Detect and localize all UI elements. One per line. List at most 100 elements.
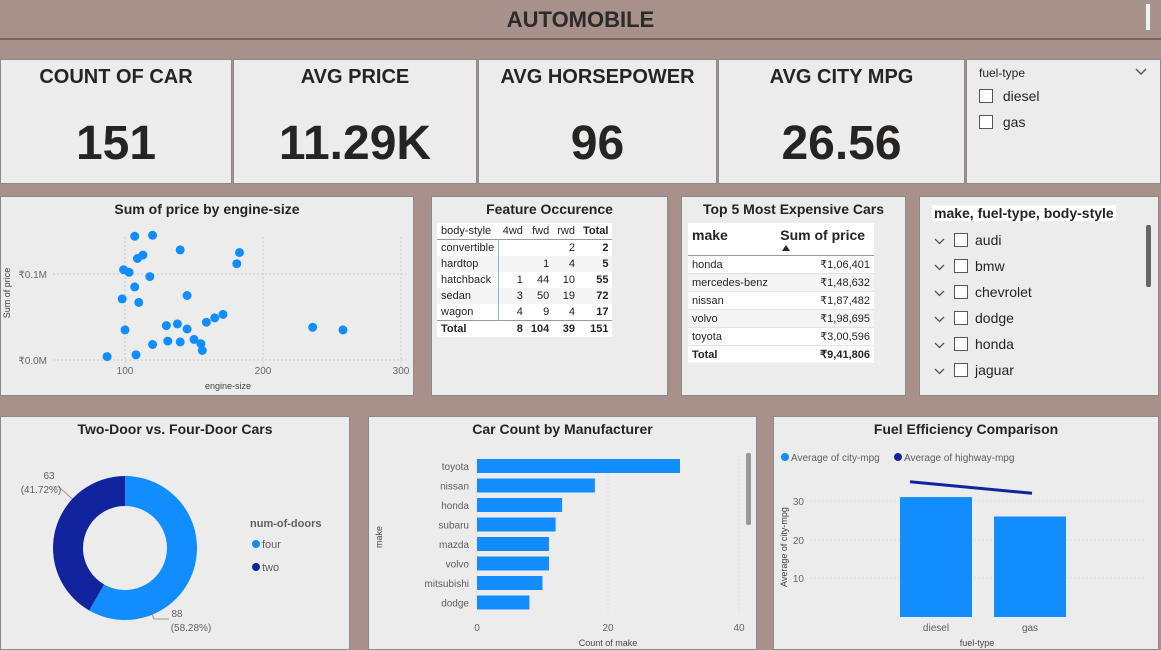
scatter-point[interactable]: [138, 250, 148, 260]
bar-toyota[interactable]: [477, 459, 680, 473]
bar-mazda[interactable]: [477, 537, 549, 551]
scatter-point[interactable]: [117, 294, 127, 304]
bar-mitsubishi[interactable]: [477, 576, 543, 590]
scatter-point[interactable]: [120, 325, 130, 335]
donut-label-count: 63: [43, 471, 55, 482]
scatter-point[interactable]: [163, 336, 173, 346]
chevron-down-icon[interactable]: [1135, 68, 1147, 76]
slicer-item-jaguar[interactable]: jaguar: [932, 357, 1142, 383]
bar-honda[interactable]: [477, 498, 563, 512]
scatter-point[interactable]: [210, 313, 220, 323]
kpi-label: AVG PRICE: [300, 66, 410, 88]
scatter-point[interactable]: [235, 248, 244, 257]
scatter-point[interactable]: [131, 350, 141, 360]
slicer-option-diesel[interactable]: diesel: [979, 87, 1039, 104]
table-header-make[interactable]: make: [688, 223, 776, 256]
bar-dodge[interactable]: [477, 595, 530, 610]
checkbox[interactable]: [954, 311, 968, 325]
legend-marker: [894, 453, 902, 461]
bar-subaru[interactable]: [477, 517, 556, 532]
bar-gas[interactable]: [994, 516, 1066, 618]
matrix-cell: 10: [562, 274, 575, 286]
scatter-point[interactable]: [182, 324, 192, 334]
bar-chart[interactable]: 0 20 40 Count of make make toyota nissan h…: [369, 417, 757, 650]
scatter-chart[interactable]: 100 200 300 ₹0.0M ₹0.1M engine-size Sum …: [1, 197, 414, 396]
slicer-item-bmw[interactable]: bmw: [932, 253, 1142, 279]
legend-label[interactable]: four: [262, 539, 281, 551]
slicer-title: make, fuel-type, body-style: [932, 205, 1116, 221]
x-tick-label: 300: [393, 366, 410, 377]
scatter-point[interactable]: [218, 309, 228, 319]
bar-volvo[interactable]: [477, 556, 549, 571]
slicer-list[interactable]: audi bmw chevrolet dodge honda jaguar: [932, 227, 1142, 391]
scrollbar-handle[interactable]: [1145, 3, 1151, 31]
checkbox[interactable]: [979, 115, 993, 130]
slicer-item-dodge[interactable]: dodge: [932, 305, 1142, 331]
matrix-cell: 72: [596, 290, 609, 302]
matrix-cell: 4: [516, 306, 523, 318]
fuel-efficiency-chart[interactable]: 30 20 10 fuel-type Average of city-mpg A…: [774, 417, 1159, 650]
donut-chart[interactable]: 63 (41.72%) 88 (58.28%) num-of-doors fou…: [1, 417, 350, 650]
matrix-row-label: hardtop: [437, 256, 500, 272]
legend-label[interactable]: two: [262, 562, 279, 574]
matrix-table: body-style 4wd fwd rwd Total convertible…: [437, 223, 613, 337]
bar-diesel[interactable]: [900, 497, 972, 617]
slicer-item-honda[interactable]: honda: [932, 331, 1142, 357]
scatter-point[interactable]: [130, 282, 140, 292]
y-tick-label: mitsubishi: [425, 579, 469, 590]
slicer-item-chevrolet[interactable]: chevrolet: [932, 279, 1142, 305]
scrollbar-thumb[interactable]: [746, 453, 751, 525]
scatter-point[interactable]: [130, 231, 140, 241]
scatter-point[interactable]: [124, 267, 134, 277]
checkbox[interactable]: [954, 363, 968, 377]
x-axis-title: engine-size: [205, 381, 251, 391]
chevron-down-icon[interactable]: [934, 310, 948, 326]
table-header-price[interactable]: Sum of price: [776, 223, 874, 256]
kpi-card-avg-city-mpg: AVG CITY MPG 26.56: [718, 59, 965, 184]
scatter-point[interactable]: [182, 291, 192, 300]
door-donut-panel: Two-Door vs. Four-Door Cars 63 (41.72%) …: [0, 416, 350, 650]
legend-label[interactable]: Average of highway-mpg: [904, 453, 1014, 464]
y-tick-label: subaru: [438, 521, 469, 532]
scatter-point[interactable]: [232, 259, 242, 269]
line-highway-mpg[interactable]: [909, 480, 1033, 495]
chevron-down-icon[interactable]: [934, 336, 948, 352]
y-tick-label: volvo: [446, 560, 470, 571]
scatter-point[interactable]: [308, 322, 318, 332]
scatter-point[interactable]: [175, 245, 185, 255]
scatter-point[interactable]: [172, 319, 182, 329]
x-tick-label: 100: [117, 366, 134, 377]
scatter-point[interactable]: [148, 230, 158, 240]
kpi-label: AVG CITY MPG: [769, 66, 914, 88]
scatter-point[interactable]: [134, 297, 144, 307]
scatter-point[interactable]: [175, 337, 185, 347]
chevron-down-icon[interactable]: [934, 362, 948, 378]
checkbox[interactable]: [979, 89, 993, 104]
checkbox[interactable]: [954, 337, 968, 351]
slicer-item-label: bmw: [975, 258, 1005, 274]
scatter-point[interactable]: [201, 317, 211, 327]
matrix-cell: 9: [543, 306, 550, 318]
chevron-down-icon[interactable]: [934, 284, 948, 300]
scatter-point[interactable]: [148, 340, 158, 349]
matrix-header: rwd: [557, 225, 575, 237]
x-axis-title: fuel-type: [960, 638, 995, 648]
matrix-cell: 2: [602, 242, 609, 254]
checkbox[interactable]: [954, 259, 968, 273]
slicer-item-audi[interactable]: audi: [932, 227, 1142, 253]
scatter-point[interactable]: [197, 346, 207, 355]
scatter-point[interactable]: [102, 352, 112, 362]
checkbox[interactable]: [954, 285, 968, 299]
scatter-point[interactable]: [161, 321, 171, 331]
checkbox[interactable]: [954, 233, 968, 247]
bar-nissan[interactable]: [477, 478, 595, 493]
scatter-point[interactable]: [145, 272, 155, 282]
legend-label[interactable]: Average of city-mpg: [791, 453, 880, 464]
chevron-down-icon[interactable]: [934, 258, 948, 274]
slicer-option-gas[interactable]: gas: [979, 113, 1025, 130]
slicer-item-label: dodge: [975, 310, 1014, 326]
chevron-down-icon[interactable]: [934, 232, 948, 248]
y-tick-label: 20: [793, 536, 805, 547]
scrollbar-thumb[interactable]: [1146, 225, 1151, 287]
scatter-point[interactable]: [338, 325, 348, 335]
